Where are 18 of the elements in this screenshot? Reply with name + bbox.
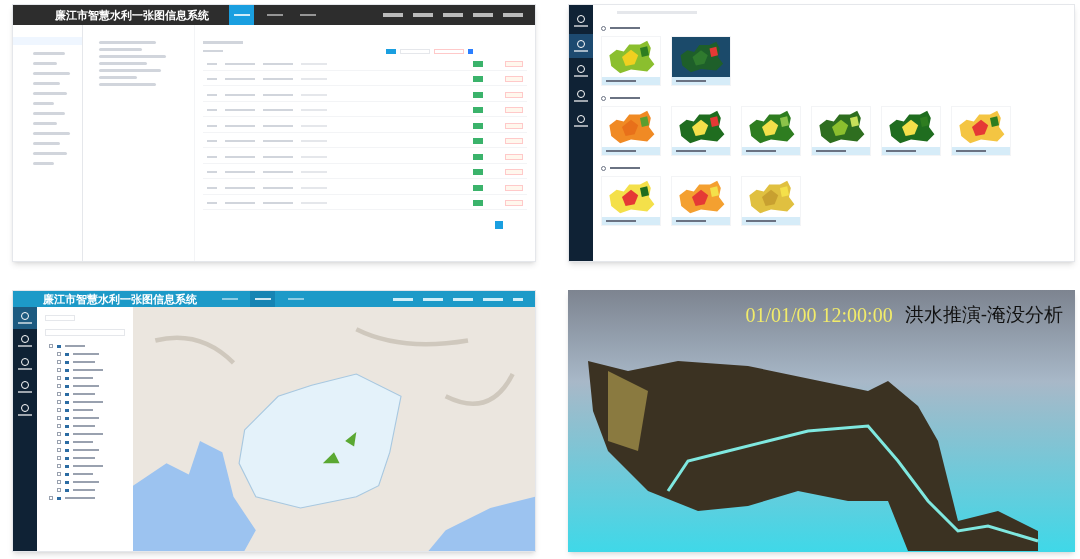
app-title: 廉江市智慧水利一张图信息系统 [43,291,197,307]
map-thumbnail[interactable] [601,176,661,226]
map-thumbnail[interactable] [811,106,871,156]
map-thumbnail[interactable] [601,36,661,86]
map-thumbnail[interactable] [881,106,941,156]
sidebar-nav-item[interactable] [13,307,37,329]
app-title: 廉江市智慧水利一张图信息系统 [55,7,209,23]
map-thumbnail[interactable] [741,106,801,156]
map-thumbnail[interactable] [951,106,1011,156]
map-thumbnail[interactable] [601,106,661,156]
caption: 洪水推演-淹没分析 [904,302,1063,327]
map-thumbnail[interactable] [671,106,731,156]
nav-tab[interactable] [250,291,275,307]
map-thumbnail[interactable] [671,176,731,226]
timestamp: 01/01/00 12:00:00 [745,303,893,328]
map-thumbnail[interactable] [671,36,731,86]
map-thumbnail[interactable] [741,176,801,226]
sidebar-nav-item[interactable] [569,34,593,58]
